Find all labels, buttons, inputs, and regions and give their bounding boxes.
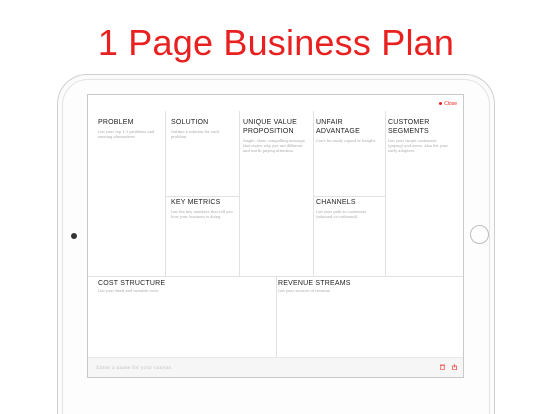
cell-description: List your fixed and variable costs [98,289,159,293]
headline: 1 Page Business Plan [97,22,455,63]
cell-title: CHANNELS [316,199,356,206]
cell-title: UNIQUE VALUE PROPOSITION [243,119,298,135]
close-dot-icon [439,102,443,106]
cell-title: KEY METRICS [171,199,221,206]
cell-channels[interactable]: CHANNELS List your path to customers (in… [306,191,385,276]
cell-title: COST STRUCTURE [98,280,166,287]
cell-title: CUSTOMER SEGMENTS [388,119,430,135]
close-label: Close [444,101,457,107]
cell-title: REVENUE STREAMS [278,280,351,287]
cell-cost-structure[interactable]: COST STRUCTURE List your fixed and varia… [88,272,276,357]
cell-title: SOLUTION [171,119,209,126]
cell-description: List your target customers (paying) and … [388,139,449,153]
cell-description: List your path to customers (inbound or … [316,210,367,219]
cell-solution[interactable]: SOLUTION Outline a solution for each pro… [161,111,239,196]
cell-unique-value-proposition[interactable]: UNIQUE VALUE PROPOSITION Single, clear, … [233,111,313,276]
cell-key-metrics[interactable]: KEY METRICS List the key numbers that te… [161,191,239,276]
bottom-bar: Enter a name for your canvas [88,357,463,377]
cell-title: PROBLEM [98,119,134,126]
share-icon[interactable] [452,364,457,372]
canvas-screen: Close PROBLEM List your top 1-3 problems… [87,94,464,378]
close-button[interactable]: Close [439,101,457,107]
cell-description: Single, clear, compelling message that s… [243,139,305,153]
cell-description: List the key numbers that tell you how y… [171,210,233,219]
canvas-name-input[interactable]: Enter a name for your canvas [96,365,171,371]
cell-description: Outline a solution for each problem. [171,130,220,139]
cell-unfair-advantage[interactable]: UNFAIR ADVANTAGE Can't be easily copied … [306,111,385,196]
cell-customer-segments[interactable]: CUSTOMER SEGMENTS List your target custo… [378,111,463,276]
trash-icon[interactable] [440,364,445,372]
cell-title: UNFAIR ADVANTAGE [316,119,360,135]
cell-description: List your sources of revenue. [278,289,332,293]
home-button [470,225,489,244]
cell-problem[interactable]: PROBLEM List your top 1-3 problems and e… [88,111,165,276]
camera-icon [71,233,77,239]
cell-description: Can't be easily copied or bought. [316,139,377,143]
cell-description: List your top 1-3 problems and existing … [98,130,155,139]
cell-revenue-streams[interactable]: REVENUE STREAMS List your sources of rev… [268,272,463,357]
